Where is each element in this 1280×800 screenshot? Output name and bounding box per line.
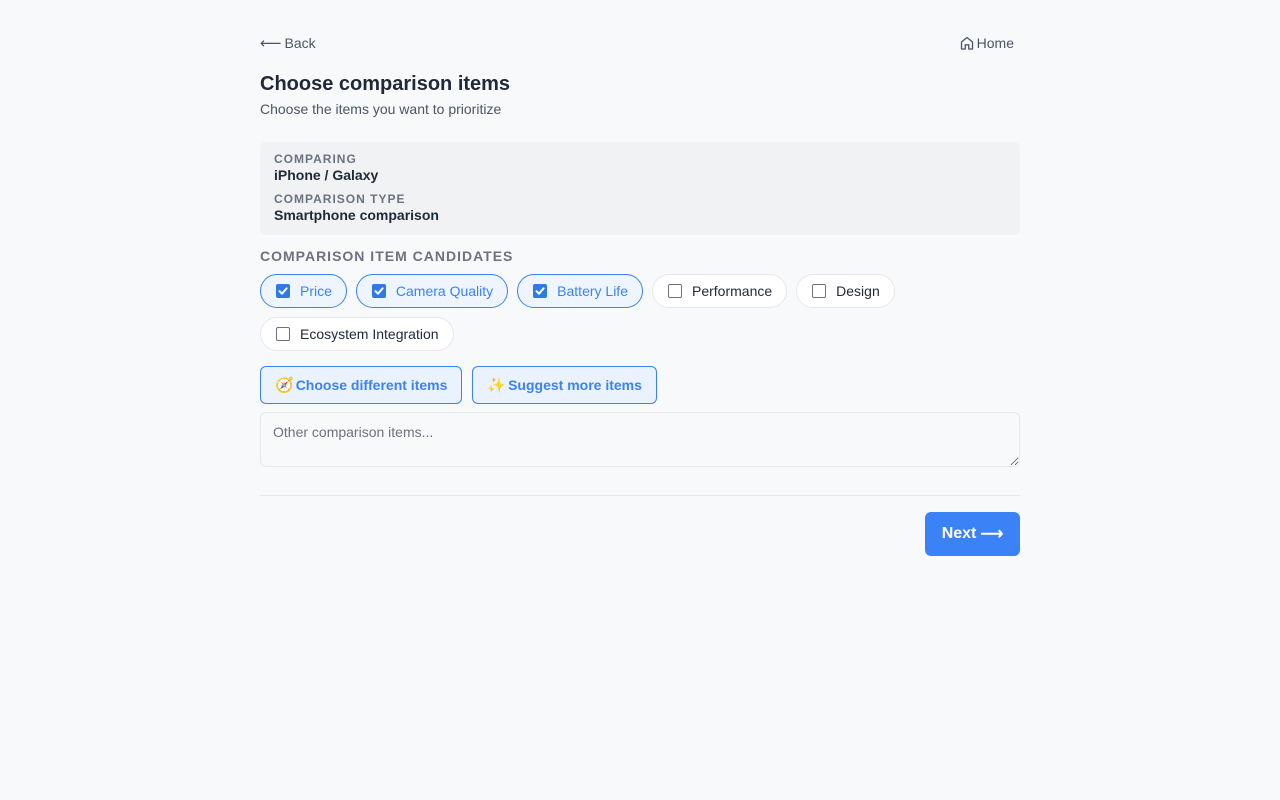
sparkles-icon: ✨	[487, 377, 507, 394]
candidate-chips: Price Camera Quality Battery Life Performan…	[260, 274, 1020, 351]
comparison-type-label: COMPARISON TYPE	[274, 192, 406, 206]
candidate-chip-label: Battery Life	[557, 283, 628, 299]
arrow-left-icon: ⟵	[260, 34, 282, 52]
checkbox-unchecked-icon[interactable]	[668, 284, 682, 298]
arrow-right-icon: ⟶	[980, 526, 1004, 543]
compass-icon: 🧭	[275, 377, 294, 394]
checkbox-unchecked-icon[interactable]	[812, 284, 827, 298]
next-button[interactable]: Next ⟶	[925, 512, 1020, 556]
candidate-chip-label: Performance	[692, 283, 773, 299]
candidate-chip[interactable]: Performance	[652, 274, 788, 308]
divider	[260, 495, 1020, 496]
comparison-type-value: Smartphone comparison	[274, 207, 439, 223]
candidate-chip-label: Ecosystem Integration	[300, 326, 439, 342]
checkbox-checked-icon[interactable]	[533, 284, 548, 298]
candidate-chip-label: Design	[836, 283, 880, 299]
comparing-value: iPhone / Galaxy	[274, 167, 379, 183]
checkbox-checked-icon[interactable]	[371, 284, 386, 298]
candidate-chip[interactable]: Battery Life	[517, 274, 643, 308]
next-label: Next	[941, 525, 977, 542]
suggest-more-items-button[interactable]: ✨ Suggest more items	[472, 366, 657, 404]
other-items-input[interactable]	[260, 412, 1020, 467]
back-label: Back	[284, 35, 316, 51]
home-icon	[960, 36, 973, 50]
comparing-label: COMPARING	[274, 152, 357, 166]
candidate-chip[interactable]: Design	[796, 274, 895, 308]
candidate-chip[interactable]: Camera Quality	[355, 274, 509, 308]
page-subtitle: Choose the items you want to prioritize	[260, 101, 502, 117]
choose-different-items-button[interactable]: 🧭 Choose different items	[260, 366, 463, 404]
back-link[interactable]: ⟵ Back	[260, 35, 316, 51]
suggest-more-items-label: Suggest more items	[508, 377, 642, 393]
checkbox-unchecked-icon[interactable]	[276, 327, 290, 341]
home-label: Home	[976, 35, 1014, 51]
item-actions: 🧭 Choose different items ✨ Suggest more …	[260, 366, 657, 404]
candidate-chip[interactable]: Price	[260, 274, 347, 308]
checkbox-checked-icon[interactable]	[276, 284, 290, 298]
candidate-chip-label: Price	[300, 283, 332, 299]
candidate-chip[interactable]: Ecosystem Integration	[260, 317, 454, 351]
home-link[interactable]: Home	[959, 35, 1014, 51]
candidates-section-label: COMPARISON ITEM CANDIDATES	[260, 248, 514, 264]
choose-different-items-label: Choose different items	[295, 377, 448, 393]
page-title: Choose comparison items	[260, 73, 511, 95]
candidate-chip-label: Camera Quality	[395, 283, 494, 299]
page-container: ⟵ Back Home Choose comparison items Choo…	[260, 0, 1020, 556]
comparison-info-card: COMPARING iPhone / Galaxy COMPARISON TYP…	[260, 142, 1020, 235]
